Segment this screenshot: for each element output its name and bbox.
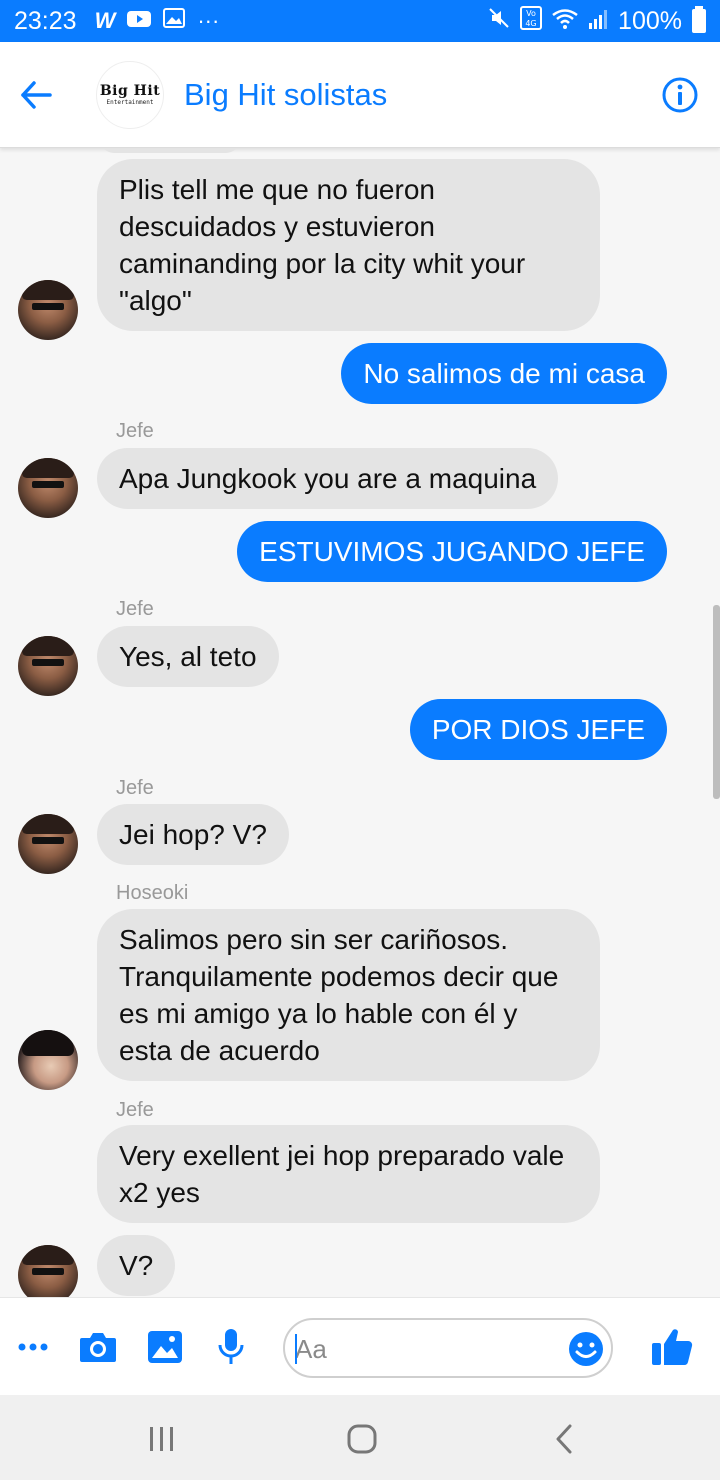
info-icon (662, 77, 698, 112)
message-text: No salimos de mi casa (363, 358, 645, 389)
message-text: Jei hop? V? (119, 819, 267, 850)
back-chevron-icon (556, 1424, 572, 1454)
avatar[interactable] (18, 636, 78, 696)
avatar[interactable] (18, 1030, 78, 1090)
recent-apps-button[interactable] (140, 1417, 184, 1461)
microphone-icon (218, 1329, 244, 1364)
battery-percent: 100% (618, 6, 682, 35)
avatar[interactable] (18, 458, 78, 518)
sender-name: Jefe (116, 1099, 154, 1121)
message-text: Plis tell me que no fueron descuidados y… (119, 174, 526, 316)
incoming-message[interactable]: Salimos pero sin ser cariñosos. Tranquil… (97, 909, 600, 1081)
outgoing-message[interactable]: ESTUVIMOS JUGANDO JEFE (237, 521, 667, 582)
photo-icon (148, 1331, 182, 1363)
message-text: Very exellent jei hop preparado vale x2 … (119, 1140, 565, 1208)
recent-apps-icon (150, 1427, 173, 1451)
incoming-message[interactable]: Jei hop? V? (97, 804, 289, 865)
wifi-icon (552, 7, 578, 36)
incoming-message[interactable]: Very exellent jei hop preparado vale x2 … (97, 1125, 600, 1223)
gallery-button[interactable] (143, 1325, 187, 1369)
message-text: V? (119, 1250, 154, 1281)
back-nav-button[interactable] (542, 1417, 586, 1461)
more-actions-button[interactable] (11, 1325, 55, 1369)
youtube-icon (127, 8, 152, 34)
group-avatar[interactable]: Big Hit Entertainment (96, 60, 164, 129)
message-list[interactable]: Plis tell me que no fueron descuidados y… (0, 149, 720, 1297)
outgoing-message[interactable]: POR DIOS JEFE (409, 699, 667, 760)
home-icon (347, 1424, 377, 1454)
previous-bubble-edge (100, 149, 240, 153)
svg-text:Vo: Vo (526, 9, 536, 18)
signal-icon (588, 7, 608, 36)
message-text: ESTUVIMOS JUGANDO JEFE (259, 536, 645, 567)
message-text: Salimos pero sin ser cariñosos. Tranquil… (119, 924, 559, 1066)
more-icon (18, 1343, 48, 1351)
camera-button[interactable] (76, 1325, 120, 1369)
notification-icons: W ··· (94, 8, 220, 34)
gallery-icon (163, 8, 186, 34)
avatar[interactable] (18, 814, 78, 874)
smiley-icon (569, 1332, 603, 1366)
back-button[interactable] (6, 65, 66, 125)
message-text: Apa Jungkook you are a maquina (119, 463, 537, 494)
webtoon-icon: W (94, 8, 116, 33)
status-time: 23:23 (14, 6, 77, 35)
group-avatar-logo-sub: Entertainment (106, 99, 154, 106)
conversation-header: Big Hit Entertainment Big Hit solistas (0, 42, 720, 148)
thumbs-up-icon (652, 1329, 693, 1366)
sender-name: Jefe (116, 420, 154, 442)
conversation-title[interactable]: Big Hit solistas (184, 77, 387, 113)
svg-text:4G: 4G (525, 19, 536, 28)
home-button[interactable] (340, 1417, 384, 1461)
battery-icon (692, 6, 706, 33)
sender-name: Jefe (116, 777, 154, 799)
message-text: Yes, al teto (119, 641, 257, 672)
incoming-message[interactable]: Apa Jungkook you are a maquina (97, 448, 559, 509)
back-arrow-icon (21, 80, 52, 109)
incoming-message[interactable]: Yes, al teto (97, 626, 279, 687)
avatar[interactable] (18, 1245, 78, 1297)
more-icon: ··· (197, 8, 220, 33)
emoji-button[interactable] (567, 1330, 605, 1368)
mute-icon (488, 7, 510, 36)
info-button[interactable] (660, 75, 700, 115)
incoming-message[interactable]: V? (97, 1235, 176, 1296)
volte-4g-icon: Vo 4G (520, 5, 543, 37)
composer-bar (0, 1297, 720, 1395)
message-text: POR DIOS JEFE (431, 714, 645, 745)
text-cursor (295, 1334, 297, 1364)
sender-name: Jefe (116, 598, 154, 620)
outgoing-message[interactable]: No salimos de mi casa (341, 343, 667, 404)
camera-icon (80, 1333, 116, 1362)
sender-name: Hoseoki (116, 882, 189, 904)
status-bar: 23:23 W ··· Vo 4G 100% (0, 0, 720, 42)
message-input-wrapper[interactable] (283, 1318, 613, 1378)
like-button[interactable] (648, 1323, 696, 1371)
system-navigation-bar (0, 1395, 720, 1480)
scrollbar[interactable] (713, 605, 720, 799)
voice-button[interactable] (209, 1325, 253, 1369)
avatar[interactable] (18, 280, 78, 340)
group-avatar-logo: Big Hit (99, 83, 161, 99)
incoming-message[interactable]: Plis tell me que no fueron descuidados y… (97, 159, 600, 331)
message-input[interactable] (295, 1332, 555, 1366)
